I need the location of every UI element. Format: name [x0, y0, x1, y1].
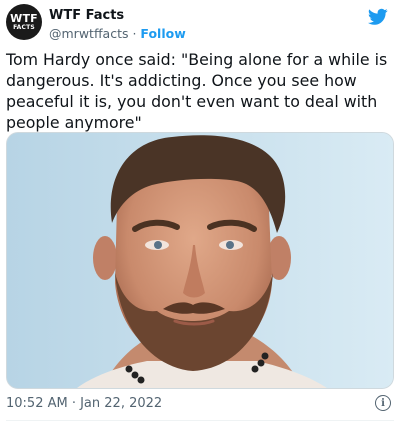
tweet-text: Tom Hardy once said: "Being alone for a … — [6, 50, 388, 132]
handle-separator: · — [128, 26, 141, 41]
photo-portrait-illustration — [7, 133, 393, 388]
avatar-logo-subtext: FACTS — [13, 24, 35, 31]
tweet-header: WTF FACTS WTF Facts @mrwtffacts · Follow — [6, 4, 394, 44]
info-icon[interactable]: i — [375, 395, 391, 411]
avatar-logo-text: WTF — [10, 12, 38, 25]
author-name[interactable]: WTF Facts — [49, 8, 124, 23]
author-handle[interactable]: @mrwtffacts — [49, 26, 129, 41]
twitter-bird-icon[interactable] — [368, 8, 388, 26]
author-handle-row: @mrwtffacts · Follow — [49, 26, 186, 41]
avatar[interactable]: WTF FACTS — [6, 4, 42, 40]
divider — [6, 420, 394, 421]
follow-button[interactable]: Follow — [140, 26, 185, 41]
tweet-photo[interactable] — [6, 132, 394, 389]
tweet-timestamp[interactable]: 10:52 AM · Jan 22, 2022 — [6, 396, 162, 411]
